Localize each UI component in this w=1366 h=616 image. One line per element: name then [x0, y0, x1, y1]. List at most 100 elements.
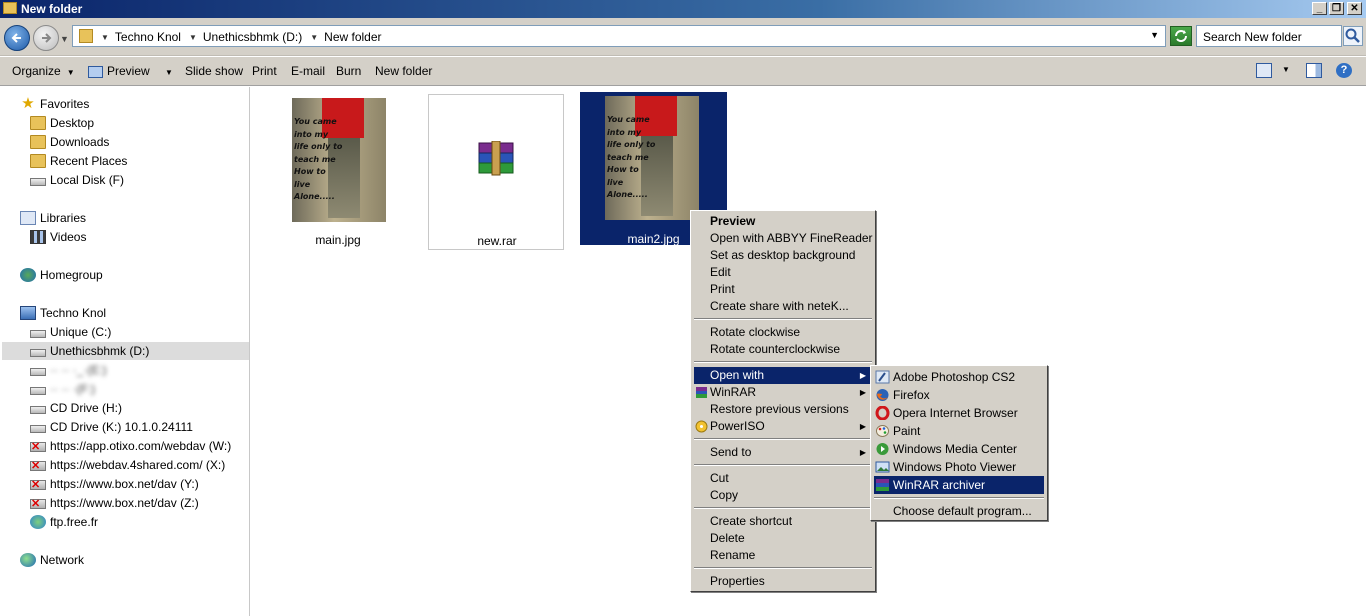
chevron-down-icon[interactable]: ▼ [189, 33, 197, 42]
views-icon[interactable] [1256, 63, 1272, 78]
menu-create-shortcut[interactable]: Create shortcut [694, 513, 872, 530]
menu-create-share[interactable]: Create share with neteK... [694, 298, 872, 315]
nav-drive-c[interactable]: Unique (C:) [30, 323, 111, 341]
menu-print[interactable]: Print [694, 281, 872, 298]
breadcrumb[interactable]: ▼ Techno Knol ▼ Unethicsbhmk (D:) ▼ New … [72, 25, 1166, 47]
nav-drive-y[interactable]: https://www.box.net/dav (Y:) [30, 475, 199, 493]
new-folder-button[interactable]: New folder [375, 64, 432, 78]
arrow-left-icon [11, 33, 21, 43]
file-new-rar[interactable]: new.rar [428, 94, 564, 250]
folder-icon [79, 29, 93, 43]
minimize-button[interactable]: _ [1312, 2, 1327, 15]
nav-cd-k[interactable]: CD Drive (K:) 10.1.0.24111 [30, 418, 193, 436]
menu-edit[interactable]: Edit [694, 264, 872, 281]
menu-rotate-counterclockwise[interactable]: Rotate counterclockwise [694, 341, 872, 358]
open-with-paint[interactable]: Paint [874, 422, 1044, 440]
address-history-dropdown[interactable]: ▼ [1150, 30, 1159, 40]
menu-cut[interactable]: Cut [694, 470, 872, 487]
nav-ftp[interactable]: ftp.free.fr [30, 513, 98, 531]
crumb-drive[interactable]: Unethicsbhmk (D:) [203, 30, 302, 44]
nav-label: Libraries [40, 211, 87, 225]
search-input[interactable]: Search New folder [1196, 25, 1342, 47]
recent-pages-dropdown[interactable]: ▼ [60, 34, 69, 44]
menu-copy[interactable]: Copy [694, 487, 872, 504]
menu-open-with[interactable]: Open with ▶ [694, 367, 872, 384]
menu-separator [694, 318, 872, 320]
print-button[interactable]: Print [252, 64, 277, 78]
nav-cd-h[interactable]: CD Drive (H:) [30, 399, 122, 417]
nav-recent-places[interactable]: Recent Places [30, 152, 127, 170]
email-button[interactable]: E-mail [291, 64, 325, 78]
nav-downloads[interactable]: Downloads [30, 133, 109, 151]
preview-pane-icon[interactable] [1306, 63, 1322, 78]
window-title: New folder [21, 2, 83, 16]
image-thumbnail: You came into my life only to teach me How t… [292, 98, 386, 222]
menu-restore-previous-versions[interactable]: Restore previous versions [694, 401, 872, 418]
photo-caption: You came into my life only to teach me How t… [294, 117, 343, 201]
nav-network[interactable]: Network [20, 551, 84, 569]
menu-properties[interactable]: Properties [694, 573, 872, 590]
close-button[interactable]: ✕ [1347, 2, 1362, 15]
crumb-computer[interactable]: Techno Knol [115, 30, 181, 44]
open-with-opera[interactable]: Opera Internet Browser [874, 404, 1044, 422]
photo-caption: You came into my life only to teach me How t… [607, 115, 656, 199]
nav-label: Techno Knol [40, 306, 107, 320]
nav-desktop[interactable]: Desktop [30, 114, 94, 132]
preview-dropdown[interactable]: ▼ [159, 64, 173, 78]
chevron-down-icon[interactable]: ▼ [101, 33, 109, 42]
file-main-jpg[interactable]: You came into my life only to teach me How t… [270, 94, 406, 250]
paint-icon [876, 425, 889, 437]
open-with-firefox[interactable]: Firefox [874, 386, 1044, 404]
nav-drive-blurred-1[interactable]: ·· ·· ·_·(E:) [30, 361, 107, 379]
open-with-media-center[interactable]: Windows Media Center [874, 440, 1044, 458]
crumb-folder[interactable]: New folder [324, 30, 381, 44]
back-button[interactable] [4, 25, 30, 51]
address-bar: ▼ ▼ Techno Knol ▼ Unethicsbhmk (D:) ▼ Ne… [0, 18, 1366, 56]
preview-button[interactable]: Preview [88, 64, 150, 78]
menu-poweriso[interactable]: PowerISO ▶ [694, 418, 872, 435]
menu-delete[interactable]: Delete [694, 530, 872, 547]
search-button[interactable] [1343, 26, 1363, 46]
open-with-photo-viewer[interactable]: Windows Photo Viewer [874, 458, 1044, 476]
nav-drive-d[interactable]: Unethicsbhmk (D:) [2, 342, 249, 360]
slideshow-button[interactable]: Slide show [185, 64, 243, 78]
nav-homegroup[interactable]: Homegroup [20, 266, 103, 284]
nav-computer[interactable]: Techno Knol [20, 304, 106, 322]
open-with-photoshop[interactable]: Adobe Photoshop CS2 [874, 368, 1044, 386]
restore-button[interactable]: ❐ [1329, 2, 1344, 15]
nav-drive-x[interactable]: https://webdav.4shared.com/ (X:) [30, 456, 225, 474]
nav-drive-w[interactable]: https://app.otixo.com/webdav (W:) [30, 437, 231, 455]
menu-rotate-clockwise[interactable]: Rotate clockwise [694, 324, 872, 341]
choose-default-program[interactable]: Choose default program... [874, 502, 1044, 520]
forward-button[interactable] [33, 25, 59, 51]
views-dropdown[interactable]: ▼ [1282, 65, 1290, 74]
nav-label: Homegroup [40, 268, 103, 282]
menu-send-to[interactable]: Send to ▶ [694, 444, 872, 461]
burn-button[interactable]: Burn [336, 64, 361, 78]
nav-drive-z[interactable]: https://www.box.net/dav (Z:) [30, 494, 199, 512]
menu-set-desktop-background[interactable]: Set as desktop background [694, 247, 872, 264]
nav-libraries[interactable]: Libraries [20, 209, 86, 227]
open-with-winrar[interactable]: WinRAR archiver [874, 476, 1044, 494]
nav-local-disk-f[interactable]: Local Disk (F) [30, 171, 124, 189]
nav-label: https://webdav.4shared.com/ (X:) [50, 458, 226, 472]
menu-label: Paint [893, 424, 921, 438]
firefox-icon [876, 389, 889, 401]
menu-separator [694, 438, 872, 440]
refresh-button[interactable] [1170, 26, 1192, 46]
nav-favorites[interactable]: ★ Favorites [20, 95, 89, 113]
chevron-down-icon[interactable]: ▼ [310, 33, 318, 42]
menu-winrar[interactable]: WinRAR ▶ [694, 384, 872, 401]
menu-open-abbyy[interactable]: Open with ABBYY FineReader [694, 230, 873, 247]
photo-viewer-icon [875, 461, 890, 473]
file-name: main.jpg [315, 233, 361, 247]
nav-videos[interactable]: Videos [30, 228, 86, 246]
menu-preview[interactable]: Preview [694, 213, 872, 230]
poweriso-icon [695, 420, 708, 433]
video-icon [30, 230, 46, 244]
help-icon[interactable]: ? [1336, 63, 1352, 78]
nav-drive-blurred-2[interactable]: ·· ·· ·(F:) [30, 380, 95, 398]
organize-button[interactable]: Organize ▼ [12, 64, 75, 78]
menu-label: WinRAR [710, 385, 757, 399]
menu-rename[interactable]: Rename [694, 547, 872, 564]
